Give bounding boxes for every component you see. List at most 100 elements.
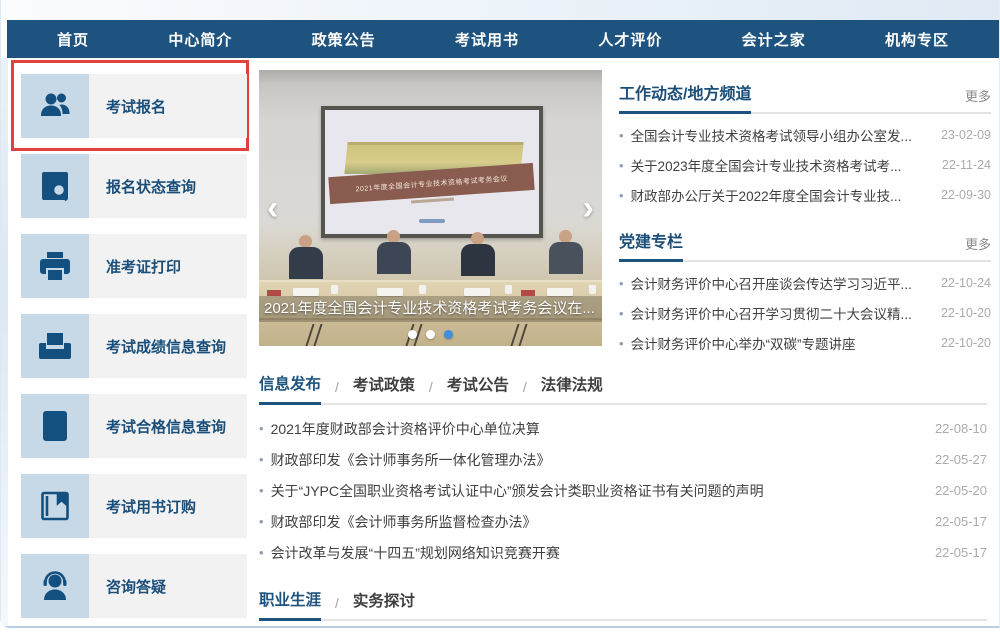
news-item[interactable]: • 会计财务评价中心召开学习贯彻二十大会议精... 22-10-20 bbox=[619, 298, 991, 328]
carousel-prev-arrow[interactable]: ‹ bbox=[267, 191, 278, 225]
sidebar-item-exam-book-order[interactable]: 考试用书订购 bbox=[21, 474, 247, 538]
news-item[interactable]: • 关于“JYPC全国职业资格考试认证中心”颁发会计类职业资格证书有关问题的声明… bbox=[259, 475, 987, 506]
sidebar-item-print-admission-ticket[interactable]: 准考证打印 bbox=[21, 234, 247, 298]
section-header: 党建专栏 更多 bbox=[619, 228, 991, 262]
bullet-icon: • bbox=[259, 421, 264, 436]
top-background-band bbox=[1, 0, 999, 22]
news-title: 会计财务评价中心召开座谈会传达学习习近平... bbox=[631, 273, 933, 293]
sidebar-item-exam-pass-query[interactable]: 考试合格信息查询 bbox=[21, 394, 247, 458]
news-date: 22-09-30 bbox=[941, 188, 991, 202]
nav-item-org-zone[interactable]: 机构专区 bbox=[885, 29, 949, 50]
bullet-icon: • bbox=[619, 188, 624, 203]
sidebar-item-label: 考试合格信息查询 bbox=[89, 394, 247, 458]
nav-item-home[interactable]: 首页 bbox=[57, 29, 89, 50]
tab-separator: / bbox=[415, 379, 447, 403]
news-title: 全国会计专业技术资格考试领导小组办公室发... bbox=[631, 125, 933, 145]
nav-item-talent-evaluation[interactable]: 人才评价 bbox=[598, 29, 662, 50]
nav-item-policy-announcements[interactable]: 政策公告 bbox=[312, 29, 376, 50]
news-date: 22-05-17 bbox=[935, 514, 987, 529]
sidebar-item-label: 考试用书订购 bbox=[89, 474, 247, 538]
bullet-icon: • bbox=[619, 128, 624, 143]
news-date: 22-05-27 bbox=[935, 452, 987, 467]
tab-separator: / bbox=[509, 379, 541, 403]
tab-exam-announcements[interactable]: 考试公告 bbox=[447, 367, 509, 403]
headset-icon bbox=[21, 554, 89, 618]
tab-practice-discussion[interactable]: 实务探讨 bbox=[353, 583, 415, 619]
nav-item-center-intro[interactable]: 中心简介 bbox=[168, 29, 232, 50]
tab-separator: / bbox=[321, 595, 353, 619]
news-title: 财政部印发《会计师事务所监督检查办法》 bbox=[271, 512, 927, 532]
info-release-block: 信息发布 / 考试政策 / 考试公告 / 法律法规 • 2021年度财政部会计资… bbox=[259, 366, 987, 621]
book-icon bbox=[21, 474, 89, 538]
sidebar-item-registration-status[interactable]: 报名状态查询 bbox=[21, 154, 247, 218]
carousel-dot[interactable] bbox=[408, 330, 417, 339]
slide-logo bbox=[419, 219, 445, 223]
news-title: 关于“JYPC全国职业资格考试认证中心”颁发会计类职业资格证书有关问题的声明 bbox=[271, 481, 927, 501]
carousel-dot[interactable] bbox=[426, 330, 435, 339]
bullet-icon: • bbox=[619, 158, 624, 173]
projector-screen: 2021年度全国会计专业技术资格考试考务会议 bbox=[321, 106, 543, 238]
meeting-attendee bbox=[283, 235, 329, 279]
sidebar-item-label: 准考证打印 bbox=[89, 234, 247, 298]
news-item[interactable]: • 财政部印发《会计师事务所监督检查办法》 22-05-17 bbox=[259, 506, 987, 537]
news-item[interactable]: • 关于2023年度全国会计专业技术资格考试考... 22-11-24 bbox=[619, 150, 991, 180]
doc-search-icon bbox=[21, 154, 89, 218]
section-title: 工作动态/地方频道 bbox=[619, 80, 751, 114]
bullet-icon: • bbox=[619, 336, 624, 351]
news-title: 会计改革与发展“十四五”规划网络知识竞赛开赛 bbox=[271, 543, 927, 563]
sidebar: 考试报名 报名状态查询 准考证打印 考试成绩信息查询 考试合格信息查询 bbox=[21, 74, 247, 634]
news-title: 会计财务评价中心举办“双碳”专题讲座 bbox=[631, 333, 933, 353]
tab-separator: / bbox=[321, 379, 353, 403]
news-item[interactable]: • 会计财务评价中心召开座谈会传达学习习近平... 22-10-24 bbox=[619, 268, 991, 298]
results-tray-icon bbox=[21, 314, 89, 378]
nav-item-accounting-home[interactable]: 会计之家 bbox=[742, 29, 806, 50]
bullet-icon: • bbox=[619, 276, 624, 291]
users-icon bbox=[21, 74, 89, 138]
news-item[interactable]: • 全国会计专业技术资格考试领导小组办公室发... 23-02-09 bbox=[619, 120, 991, 150]
news-title: 2021年度财政部会计资格评价中心单位决算 bbox=[271, 419, 927, 439]
bullet-icon: • bbox=[259, 483, 264, 498]
meeting-attendee bbox=[371, 230, 417, 274]
carousel-next-arrow[interactable]: › bbox=[583, 191, 594, 225]
news-title: 财政部办公厅关于2022年度全国会计专业技... bbox=[631, 185, 933, 205]
slide-subtitle-bar bbox=[411, 198, 454, 204]
more-link[interactable]: 更多 bbox=[965, 234, 991, 260]
sidebar-item-label: 报名状态查询 bbox=[89, 154, 247, 218]
tab-laws-regulations[interactable]: 法律法规 bbox=[541, 367, 603, 403]
nav-item-exam-books[interactable]: 考试用书 bbox=[455, 29, 519, 50]
bullet-icon: • bbox=[259, 514, 264, 529]
more-link[interactable]: 更多 bbox=[965, 86, 991, 112]
news-item[interactable]: • 会计财务评价中心举办“双碳”专题讲座 22-10-20 bbox=[619, 328, 991, 358]
news-date: 23-02-09 bbox=[941, 128, 991, 142]
right-column: 工作动态/地方频道 更多 • 全国会计专业技术资格考试领导小组办公室发... 2… bbox=[619, 80, 991, 358]
news-item[interactable]: • 2021年度财政部会计资格评价中心单位决算 22-08-10 bbox=[259, 413, 987, 444]
bullet-icon: • bbox=[259, 545, 264, 560]
tab-exam-policy[interactable]: 考试政策 bbox=[353, 367, 415, 403]
meeting-attendee bbox=[455, 232, 501, 276]
news-title: 会计财务评价中心召开学习贯彻二十大会议精... bbox=[631, 303, 933, 323]
news-date: 22-08-10 bbox=[935, 421, 987, 436]
sidebar-item-consultation[interactable]: 咨询答疑 bbox=[21, 554, 247, 618]
sidebar-item-exam-score-query[interactable]: 考试成绩信息查询 bbox=[21, 314, 247, 378]
news-date: 22-11-24 bbox=[942, 158, 991, 172]
carousel-caption[interactable]: 2021年度全国会计专业技术资格考试考务会议在... bbox=[259, 296, 602, 322]
section-work-news: 工作动态/地方频道 更多 • 全国会计专业技术资格考试领导小组办公室发... 2… bbox=[619, 80, 991, 210]
page-frame: 首页 中心简介 政策公告 考试用书 人才评价 会计之家 机构专区 考试报名 报名… bbox=[0, 0, 1000, 628]
tab-career[interactable]: 职业生涯 bbox=[259, 582, 321, 621]
carousel-dot-active[interactable] bbox=[444, 330, 453, 339]
slide-title: 2021年度全国会计专业技术资格考试考务会议 bbox=[356, 173, 509, 194]
news-item[interactable]: • 会计改革与发展“十四五”规划网络知识竞赛开赛 22-05-17 bbox=[259, 537, 987, 568]
news-item[interactable]: • 财政部办公厅关于2022年度全国会计专业技... 22-09-30 bbox=[619, 180, 991, 210]
news-title: 财政部印发《会计师事务所一体化管理办法》 bbox=[271, 450, 927, 470]
news-list: • 会计财务评价中心召开座谈会传达学习习近平... 22-10-24 • 会计财… bbox=[619, 268, 991, 358]
printer-icon bbox=[21, 234, 89, 298]
sidebar-item-exam-registration[interactable]: 考试报名 bbox=[21, 74, 247, 138]
tab-info-release[interactable]: 信息发布 bbox=[259, 366, 321, 405]
section-header: 工作动态/地方频道 更多 bbox=[619, 80, 991, 114]
left-background-strip bbox=[1, 58, 8, 626]
section-party-news: 党建专栏 更多 • 会计财务评价中心召开座谈会传达学习习近平... 22-10-… bbox=[619, 228, 991, 358]
news-item[interactable]: • 财政部印发《会计师事务所一体化管理办法》 22-05-27 bbox=[259, 444, 987, 475]
meeting-attendee bbox=[543, 230, 589, 274]
news-date: 22-05-20 bbox=[935, 483, 987, 498]
news-list: • 全国会计专业技术资格考试领导小组办公室发... 23-02-09 • 关于2… bbox=[619, 120, 991, 210]
